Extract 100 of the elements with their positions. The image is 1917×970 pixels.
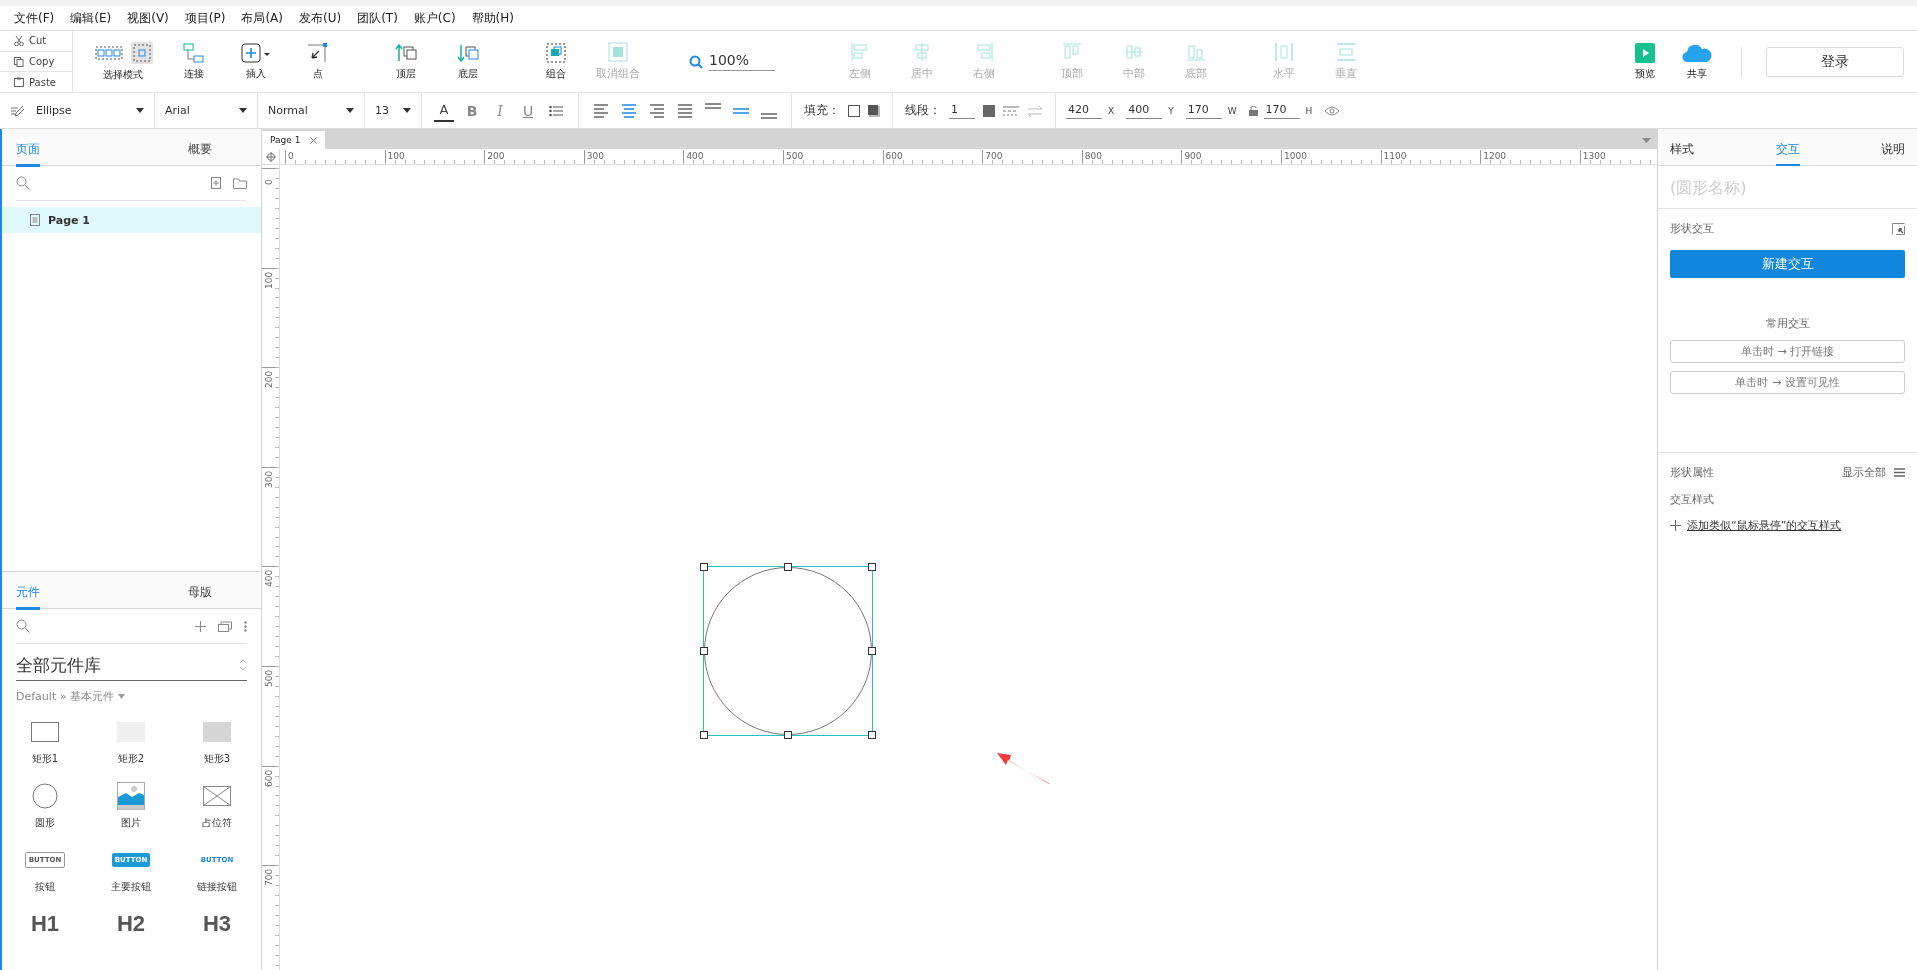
select-contain-icon[interactable]: [133, 43, 151, 62]
more-options-icon[interactable]: [244, 620, 247, 632]
widget-item[interactable]: 矩形1: [2, 718, 88, 767]
menu-item[interactable]: 编辑(E): [62, 9, 120, 27]
page-tab[interactable]: Page 1: [262, 131, 326, 149]
bold-button[interactable]: B: [462, 99, 482, 122]
add-style-link[interactable]: 添加类似“鼠标悬停”的交互样式: [1687, 518, 1842, 533]
unit-label: X: [1108, 105, 1115, 116]
geometry-field[interactable]: 170: [1185, 102, 1222, 119]
heading-widget[interactable]: H2: [116, 911, 146, 938]
panel-tab[interactable]: 元件: [2, 572, 139, 609]
select-intersect-icon[interactable]: [95, 45, 123, 60]
panel-tab[interactable]: 概要: [138, 129, 261, 165]
widget-item[interactable]: 占位符: [174, 782, 260, 831]
section-title: 常用交互: [1764, 316, 1811, 331]
scissors-icon: [14, 35, 24, 46]
resize-handle[interactable]: [784, 563, 792, 571]
folder-icon[interactable]: [233, 177, 247, 189]
ruler-label: 300: [583, 150, 604, 163]
eye-icon[interactable]: [1324, 105, 1341, 116]
font-color-button[interactable]: A: [434, 99, 454, 122]
lock-icon[interactable]: [1248, 105, 1258, 116]
login-button[interactable]: 登录: [1766, 46, 1904, 77]
geometry-field[interactable]: 420: [1066, 102, 1102, 119]
plus-icon: [241, 42, 271, 63]
menu-item[interactable]: 视图(V): [119, 9, 177, 27]
heading-widget[interactable]: H3: [202, 911, 232, 938]
fill-color-swatch[interactable]: [848, 104, 860, 117]
arrow-style-icon[interactable]: [1027, 104, 1043, 117]
quick-interaction-button[interactable]: 单击时 → 打开链接: [1670, 340, 1905, 363]
add-page-icon[interactable]: [211, 177, 221, 189]
line-width-field[interactable]: 1: [949, 102, 975, 119]
connect-button[interactable]: 连接: [163, 31, 225, 92]
geometry-field[interactable]: 170: [1263, 102, 1300, 119]
italic-button[interactable]: I: [490, 99, 510, 122]
new-interaction-button[interactable]: 新建交互: [1670, 250, 1905, 278]
menu-item[interactable]: 文件(F): [6, 9, 63, 27]
show-all-link[interactable]: 显示全部: [1842, 465, 1886, 480]
close-icon[interactable]: [310, 136, 318, 144]
widget-item[interactable]: 圆形: [2, 782, 88, 831]
edit-style-icon: [10, 104, 24, 117]
placeholder-icon: [203, 786, 231, 807]
menu-item[interactable]: 账户(C): [405, 9, 464, 27]
widget-item[interactable]: 图片: [88, 782, 174, 831]
group-button[interactable]: 组合: [525, 31, 587, 92]
widget-item[interactable]: 矩形3: [174, 718, 260, 767]
underline-button[interactable]: U: [518, 99, 538, 122]
line-style-icon[interactable]: [1003, 104, 1019, 117]
resize-handle[interactable]: [784, 731, 792, 739]
point-button[interactable]: 点: [287, 31, 349, 92]
zoom-field[interactable]: 100%: [709, 52, 775, 71]
quick-interaction-button[interactable]: 单击时 → 设置可见性: [1670, 371, 1905, 394]
crosshair-icon[interactable]: [265, 151, 276, 162]
breadcrumb[interactable]: Default » 基本元件: [16, 689, 114, 705]
widget-label: 主要按钮: [111, 880, 151, 895]
expand-icon[interactable]: [1892, 222, 1905, 235]
resize-handle[interactable]: [868, 647, 876, 655]
align-text-justify-icon[interactable]: [677, 102, 693, 119]
menu-item[interactable]: 帮助(H): [463, 9, 522, 27]
panel-tab[interactable]: 说明: [1881, 129, 1905, 165]
panel-tab[interactable]: 母版: [138, 572, 261, 609]
line-color-swatch[interactable]: [983, 104, 995, 117]
caret-icon[interactable]: [1642, 138, 1651, 143]
align-text-center-icon[interactable]: [621, 102, 637, 119]
search-icon[interactable]: [16, 619, 30, 634]
caret-icon[interactable]: [117, 694, 125, 700]
menu-icon[interactable]: [1894, 468, 1905, 477]
send-back-button[interactable]: 底层: [437, 31, 499, 92]
annotation-arrow-icon: [997, 752, 1051, 785]
align-text-right-icon[interactable]: [649, 102, 665, 119]
bring-front-button[interactable]: 顶层: [375, 31, 437, 92]
bullet-list-icon: [549, 104, 563, 117]
panel-tab[interactable]: 页面: [2, 129, 139, 165]
plus-icon[interactable]: [1670, 520, 1681, 531]
unit-label: H: [1305, 105, 1313, 116]
stacked-windows-icon[interactable]: [218, 620, 232, 632]
share-button[interactable]: 共享: [1671, 42, 1723, 81]
resize-handle[interactable]: [700, 563, 708, 571]
resize-handle[interactable]: [700, 731, 708, 739]
menu-item[interactable]: 项目(P): [176, 9, 234, 27]
insert-button[interactable]: 插入: [225, 31, 287, 92]
geometry-field[interactable]: 400: [1126, 102, 1163, 119]
shadow-icon[interactable]: [868, 104, 880, 117]
menu-item[interactable]: 发布(U): [291, 9, 350, 27]
resize-handle[interactable]: [868, 563, 876, 571]
panel-tab[interactable]: 样式: [1670, 129, 1694, 165]
library-dropdown[interactable]: 全部元件库: [16, 650, 247, 682]
plus-icon[interactable]: [195, 620, 206, 632]
heading-widget[interactable]: H1: [30, 911, 60, 938]
search-icon[interactable]: [16, 176, 30, 190]
menu-item[interactable]: 团队(T): [349, 9, 406, 27]
ruler-label: 300: [264, 473, 274, 488]
resize-handle[interactable]: [868, 731, 876, 739]
page-item[interactable]: Page 1: [2, 207, 261, 233]
align-top-icon: [1062, 42, 1082, 62]
align-text-left-icon[interactable]: [593, 102, 609, 119]
preview-button[interactable]: 预览: [1619, 42, 1671, 81]
menu-item[interactable]: 布局(A): [233, 9, 291, 27]
resize-handle[interactable]: [700, 647, 708, 655]
widget-item[interactable]: 矩形2: [88, 718, 174, 767]
